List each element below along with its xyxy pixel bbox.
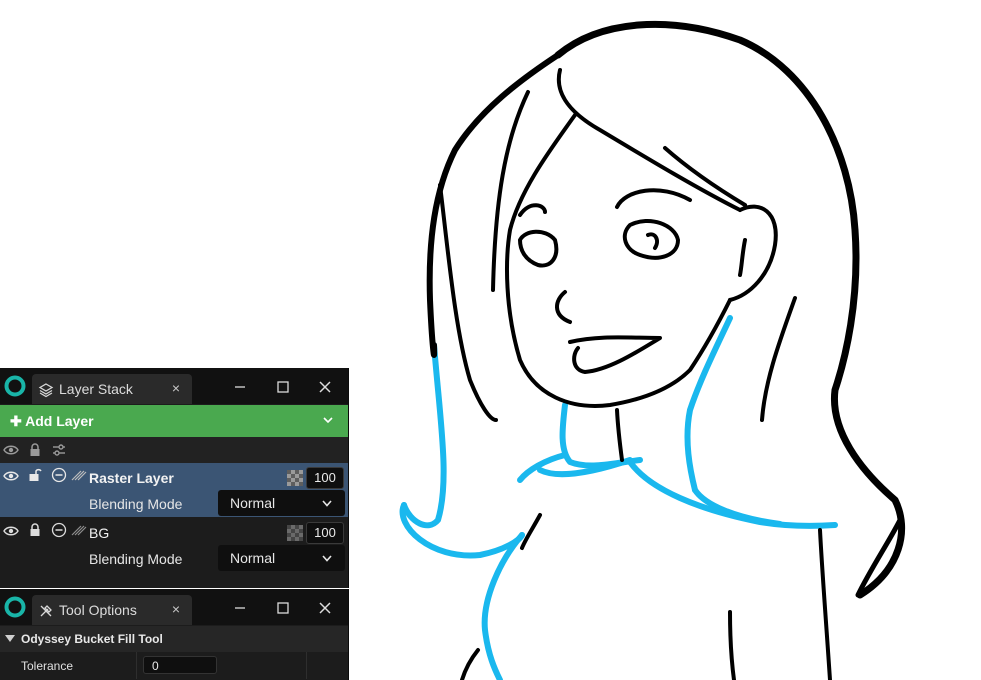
layer-column-header: [0, 437, 348, 463]
unlock-icon[interactable]: [28, 467, 42, 483]
blending-mode-value: Normal: [230, 550, 276, 566]
chevron-down-icon: [322, 500, 332, 507]
layer-row-raster[interactable]: Raster Layer 100 Blending Mode Normal: [0, 463, 348, 517]
layer-name[interactable]: BG: [89, 525, 109, 541]
brush-icon: [71, 470, 87, 481]
eye-icon: [3, 445, 19, 455]
column-divider: [136, 652, 137, 679]
layer-thumbnail: [287, 470, 303, 486]
maximize-icon[interactable]: [273, 377, 293, 397]
layer-name[interactable]: Raster Layer: [89, 470, 174, 486]
minus-circle-icon[interactable]: [51, 522, 67, 538]
layers-icon: [38, 383, 54, 398]
app-logo-icon: [4, 375, 26, 397]
blending-mode-value: Normal: [230, 495, 276, 511]
layer-stack-panel: Layer Stack × ✚ Add Layer Raster Layer 1…: [0, 368, 349, 588]
layer-opacity-field[interactable]: 100: [306, 522, 344, 544]
sketch-lines: [426, 20, 905, 680]
add-layer-label: ✚ Add Layer: [10, 413, 94, 429]
close-tab-icon[interactable]: ×: [172, 601, 180, 617]
section-title: Odyssey Bucket Fill Tool: [21, 632, 163, 646]
tab-layer-stack[interactable]: Layer Stack ×: [32, 374, 192, 404]
minimize-icon[interactable]: [230, 377, 250, 397]
tab-tool-options[interactable]: Tool Options ×: [32, 595, 192, 625]
bucket-fill-section-header[interactable]: Odyssey Bucket Fill Tool: [0, 626, 348, 652]
tab-title: Tool Options: [59, 602, 137, 618]
column-divider: [306, 652, 307, 679]
add-layer-button[interactable]: ✚ Add Layer: [0, 405, 348, 437]
close-window-icon[interactable]: [315, 377, 335, 397]
tool-options-titlebar[interactable]: Tool Options ×: [0, 589, 348, 625]
layer-opacity-field[interactable]: 100: [306, 467, 344, 489]
lock-icon: [30, 443, 40, 456]
close-window-icon[interactable]: [315, 598, 335, 618]
app-logo-icon: [4, 596, 26, 618]
tool-options-panel: Tool Options × Odyssey Bucket Fill Tool …: [0, 589, 349, 680]
brush-icon: [71, 525, 87, 536]
tab-title: Layer Stack: [59, 381, 133, 397]
layer-thumbnail: [287, 525, 303, 541]
tolerance-label: Tolerance: [21, 659, 74, 673]
eye-icon[interactable]: [3, 523, 19, 539]
collapse-triangle-icon[interactable]: [5, 635, 15, 643]
settings-sliders-icon[interactable]: [51, 442, 67, 458]
blending-mode-label: Blending Mode: [89, 551, 183, 567]
tolerance-row: Tolerance 0: [0, 652, 348, 679]
layer-row-bg[interactable]: BG 100 Blending Mode Normal: [0, 518, 348, 572]
eye-icon[interactable]: [3, 468, 19, 484]
maximize-icon[interactable]: [273, 598, 293, 618]
minus-circle-icon[interactable]: [51, 467, 67, 483]
tools-icon: [40, 605, 52, 617]
blending-mode-dropdown[interactable]: Normal: [218, 545, 345, 571]
lock-icon[interactable]: [28, 522, 42, 538]
layer-stack-titlebar[interactable]: Layer Stack ×: [0, 368, 348, 404]
chevron-down-icon[interactable]: [322, 414, 334, 426]
minimize-icon[interactable]: [230, 598, 250, 618]
chevron-down-icon: [322, 555, 332, 562]
close-tab-icon[interactable]: ×: [172, 380, 180, 396]
blending-mode-label: Blending Mode: [89, 496, 183, 512]
tolerance-input[interactable]: 0: [143, 656, 217, 674]
blending-mode-dropdown[interactable]: Normal: [218, 490, 345, 516]
